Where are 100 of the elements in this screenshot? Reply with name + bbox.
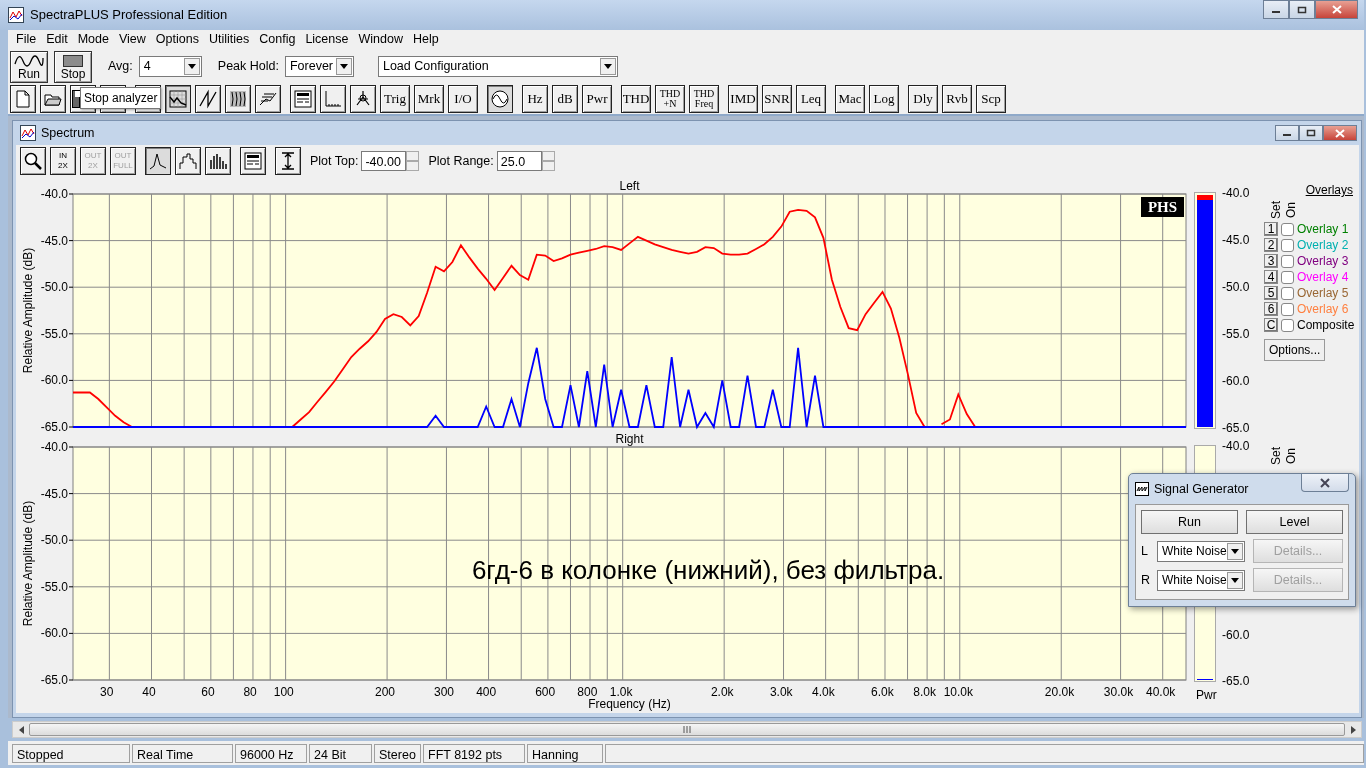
spin-buttons[interactable] bbox=[541, 151, 555, 171]
toolbar-button[interactable]: Hz bbox=[522, 85, 548, 113]
axis-tick-label: -40.0 bbox=[40, 187, 68, 201]
axis-tick-label: 2.0k bbox=[710, 685, 734, 699]
overlay-set-button[interactable]: 5 bbox=[1264, 286, 1278, 300]
toolbar-button[interactable] bbox=[225, 85, 251, 113]
overlay-set-button[interactable]: 3 bbox=[1264, 254, 1278, 268]
overlay-label: Overlay 2 bbox=[1297, 237, 1349, 254]
toolbar-button[interactable] bbox=[320, 85, 346, 113]
overlay-set-button[interactable]: C bbox=[1264, 318, 1278, 332]
axis-tick-label: 100 bbox=[273, 685, 294, 699]
axis-tick-label: 200 bbox=[374, 685, 395, 699]
graph-icon bbox=[168, 89, 188, 109]
status-panel: Hanning bbox=[527, 743, 603, 763]
toolbar-button[interactable]: THD +N bbox=[655, 85, 685, 113]
toolbar-button[interactable] bbox=[145, 147, 171, 175]
plot-top-field[interactable]: -40.00 bbox=[361, 151, 407, 171]
toolbar-button[interactable]: Rvb bbox=[942, 85, 972, 113]
signal-dropdown[interactable]: White Noise bbox=[1157, 569, 1245, 591]
toolbar-button[interactable] bbox=[290, 85, 316, 113]
menu-item[interactable]: License bbox=[301, 30, 355, 49]
overlay-set-button[interactable]: 1 bbox=[1264, 222, 1278, 236]
bar-graph-icon bbox=[208, 151, 228, 171]
peak-hold-dropdown[interactable]: Forever bbox=[284, 56, 354, 77]
axis-tick-label: 10.0k bbox=[943, 685, 973, 699]
toolbar-button[interactable]: THD Freq bbox=[689, 85, 719, 113]
close-button[interactable] bbox=[1323, 125, 1357, 141]
toolbar-button[interactable]: I/O bbox=[448, 85, 478, 113]
avg-dropdown[interactable]: 4 bbox=[138, 56, 202, 77]
overlay-checkbox[interactable] bbox=[1281, 286, 1294, 300]
zoom-button[interactable]: IN 2X bbox=[50, 147, 76, 175]
axis-tick-label: -55.0 bbox=[40, 326, 68, 341]
toolbar-button[interactable] bbox=[175, 147, 201, 175]
toolbar-button[interactable] bbox=[40, 85, 66, 113]
axis-tick-label: 60 bbox=[201, 685, 215, 699]
menu-item[interactable]: Help bbox=[408, 30, 445, 49]
toolbar-button[interactable]: THD bbox=[621, 85, 651, 113]
close-button[interactable] bbox=[1315, 0, 1358, 19]
menu-item[interactable]: View bbox=[115, 30, 152, 49]
toolbar-button[interactable]: Pwr bbox=[582, 85, 612, 113]
axis-tick-label: 40.0k bbox=[1146, 685, 1176, 699]
waterfall-icon bbox=[228, 89, 248, 109]
configuration-dropdown[interactable]: Load Configuration bbox=[377, 56, 618, 77]
app-icon bbox=[8, 7, 24, 23]
options-button[interactable]: Options... bbox=[1264, 339, 1326, 361]
meter-scale-label: -65.0 bbox=[1222, 675, 1250, 687]
toolbar-button[interactable] bbox=[255, 85, 281, 113]
minimize-button[interactable] bbox=[1263, 0, 1289, 19]
toolbar-button[interactable]: dB bbox=[552, 85, 578, 113]
overlay-set-button[interactable]: 6 bbox=[1264, 302, 1278, 316]
toolbar-button[interactable] bbox=[350, 85, 376, 113]
toolbar-button[interactable]: Trig bbox=[380, 85, 410, 113]
overlay-label: Overlay 4 bbox=[1297, 269, 1349, 286]
maximize-button[interactable] bbox=[1289, 0, 1315, 19]
toolbar-button[interactable]: Mrk bbox=[414, 85, 444, 113]
plot-range-field[interactable]: 25.0 bbox=[496, 151, 542, 171]
toolbar-button[interactable] bbox=[487, 85, 513, 113]
run-button[interactable]: Run bbox=[10, 50, 48, 83]
signal-dropdown[interactable]: White Noise bbox=[1157, 540, 1245, 562]
overlay-set-button[interactable]: 4 bbox=[1264, 270, 1278, 284]
toolbar-button[interactable]: IMD bbox=[728, 85, 758, 113]
menu-item[interactable]: Config bbox=[255, 30, 302, 49]
overlay-label: Overlay 6 bbox=[1297, 301, 1349, 318]
overlay-checkbox[interactable] bbox=[1281, 254, 1294, 268]
toolbar-button[interactable] bbox=[240, 147, 266, 175]
right-arrow-icon bbox=[1350, 725, 1356, 734]
overlay-checkbox[interactable] bbox=[1281, 318, 1294, 332]
horizontal-scrollbar[interactable] bbox=[12, 721, 1362, 738]
overlay-checkbox[interactable] bbox=[1281, 302, 1294, 316]
overlay-checkbox[interactable] bbox=[1281, 270, 1294, 284]
minimize-button[interactable] bbox=[1275, 125, 1299, 141]
toolbar-button[interactable] bbox=[165, 85, 191, 113]
run-button[interactable]: Run bbox=[1141, 510, 1238, 534]
toolbar-button[interactable]: Mac bbox=[835, 85, 865, 113]
menu-item[interactable]: Mode bbox=[73, 30, 115, 49]
toolbar-button[interactable]: Log bbox=[869, 85, 899, 113]
axis-tick-label: 1.0k bbox=[609, 685, 633, 699]
level-button[interactable]: Level bbox=[1246, 510, 1343, 534]
toolbar-button[interactable]: Dly bbox=[908, 85, 938, 113]
toolbar-button[interactable]: SNR bbox=[762, 85, 792, 113]
toolbar-button[interactable] bbox=[20, 147, 46, 175]
toolbar-button[interactable]: Leq bbox=[796, 85, 826, 113]
stop-button[interactable]: Stop bbox=[54, 50, 92, 83]
menu-item[interactable]: Window bbox=[354, 30, 409, 49]
maximize-button[interactable] bbox=[1299, 125, 1323, 141]
menu-item[interactable]: Options bbox=[151, 30, 205, 49]
overlay-set-button[interactable]: 2 bbox=[1264, 238, 1278, 252]
toolbar-button[interactable]: Scp bbox=[976, 85, 1006, 113]
overlay-checkbox[interactable] bbox=[1281, 222, 1294, 236]
menu-item[interactable]: File bbox=[12, 30, 43, 49]
toolbar-button[interactable] bbox=[275, 147, 301, 175]
toolbar-button[interactable] bbox=[195, 85, 221, 113]
overlay-checkbox[interactable] bbox=[1281, 238, 1294, 252]
toolbar-button[interactable] bbox=[10, 85, 36, 113]
toolbar-button[interactable] bbox=[205, 147, 231, 175]
menu-item[interactable]: Edit bbox=[42, 30, 74, 49]
close-button[interactable] bbox=[1301, 474, 1349, 492]
menu-item[interactable]: Utilities bbox=[204, 30, 256, 49]
axis-tick-label: 8.0k bbox=[913, 685, 936, 699]
spectrum-icon bbox=[20, 125, 36, 141]
